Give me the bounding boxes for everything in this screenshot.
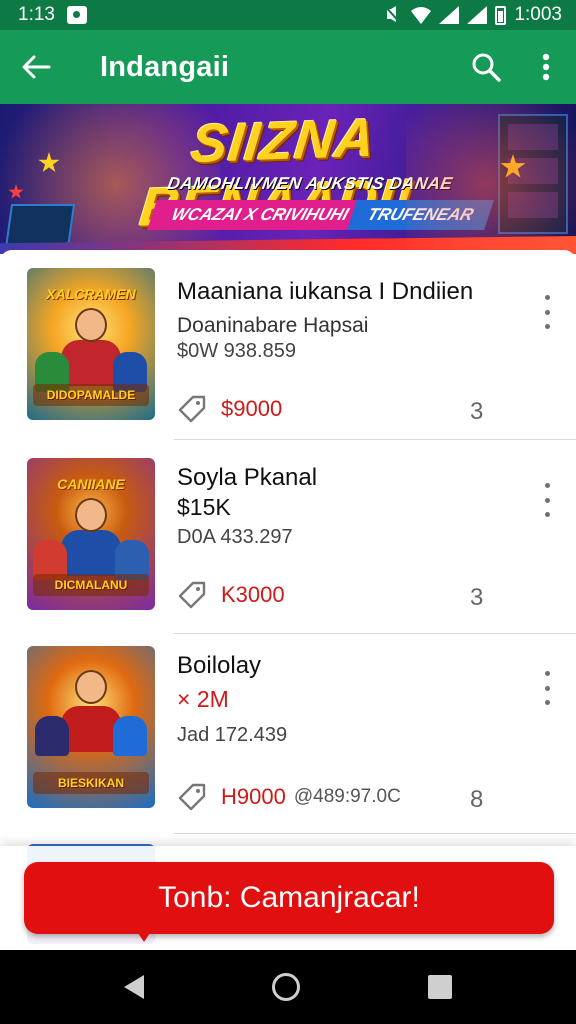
item-count: 3 bbox=[470, 584, 484, 611]
cta-button[interactable]: Tonb: Camanjracar! bbox=[24, 862, 554, 934]
status-right: 1:003 bbox=[383, 4, 562, 26]
divider bbox=[174, 833, 576, 834]
banner-tag-left: WCAZAI X CRIVIHUHI bbox=[147, 200, 373, 230]
item-price-row: H9000 @489:97.0C bbox=[177, 782, 401, 812]
item-count: 8 bbox=[470, 786, 484, 813]
item-title: Soyla Pkanal bbox=[177, 464, 318, 491]
status-time-left: 1:13 bbox=[18, 4, 55, 25]
item-subtitle: Doaninabare Hapsai bbox=[177, 314, 369, 337]
item-price: $9000 bbox=[221, 396, 283, 421]
nav-home-icon[interactable] bbox=[272, 973, 300, 1001]
game-thumbnail[interactable]: BIESKIKAN bbox=[27, 646, 155, 808]
item-title: Maaniana iukansa I Dndiien bbox=[177, 278, 474, 305]
game-thumbnail[interactable]: XALCRAMEN DIDOPAMALDE bbox=[27, 268, 155, 420]
status-left: 1:13 bbox=[18, 4, 87, 26]
arrow-left-icon bbox=[22, 55, 51, 79]
item-title: Boilolay bbox=[177, 652, 262, 679]
status-time-right: 1:003 bbox=[514, 4, 562, 25]
banner-tag-right: TRUFENEAR bbox=[347, 200, 494, 230]
star-icon bbox=[500, 154, 526, 178]
character-figure bbox=[61, 530, 121, 576]
nav-back-icon[interactable] bbox=[124, 975, 144, 999]
item-subtitle: × 2M bbox=[177, 686, 229, 712]
character-figure bbox=[35, 716, 69, 756]
game-list: XALCRAMEN DIDOPAMALDE Maaniana iukansa I… bbox=[0, 250, 576, 950]
more-vertical-icon bbox=[542, 53, 550, 81]
nav-recents-icon[interactable] bbox=[428, 975, 452, 999]
divider bbox=[174, 439, 576, 440]
item-price-row: K3000 bbox=[177, 580, 285, 610]
tag-icon bbox=[178, 581, 206, 609]
item-detail: Jad 172.439 bbox=[177, 724, 288, 746]
character-face bbox=[75, 498, 107, 532]
promo-banner[interactable]: SIIZNA BENAADI! DAMOHLIVMEN AUKSTIS DANA… bbox=[0, 104, 576, 254]
thumbnail-caption: DIDOPAMALDE bbox=[33, 384, 149, 406]
item-price: H9000 bbox=[221, 784, 286, 809]
signal-icon-2 bbox=[467, 6, 488, 24]
item-overflow-button[interactable] bbox=[536, 668, 558, 708]
thumbnail-caption: DICMALANU bbox=[33, 574, 149, 596]
character-figure bbox=[61, 340, 121, 386]
back-button[interactable] bbox=[0, 30, 72, 104]
wifi-icon bbox=[411, 7, 432, 24]
search-icon bbox=[472, 53, 501, 82]
character-figure bbox=[61, 706, 121, 752]
character-figure bbox=[113, 716, 147, 756]
tag-icon bbox=[178, 395, 206, 423]
page-title: Indangaii bbox=[100, 50, 230, 83]
item-count: 3 bbox=[470, 398, 484, 425]
battery-icon bbox=[495, 5, 507, 25]
item-detail: D0A 433.297 bbox=[177, 526, 293, 548]
divider bbox=[174, 633, 576, 634]
item-overflow-button[interactable] bbox=[536, 480, 558, 520]
list-item[interactable]: CANIIANE DICMALANU Soyla Pkanal $15K D0A… bbox=[0, 444, 576, 634]
thumbnail-logo: XALCRAMEN bbox=[46, 286, 136, 302]
search-button[interactable] bbox=[456, 30, 516, 104]
item-detail: $0W 938.859 bbox=[177, 340, 296, 362]
item-price-row: $9000 bbox=[177, 394, 282, 424]
star-icon bbox=[38, 152, 60, 173]
tag-icon bbox=[178, 783, 206, 811]
item-overflow-button[interactable] bbox=[536, 292, 558, 332]
item-extra-info: @489:97.0C bbox=[293, 786, 401, 807]
character-face bbox=[75, 670, 107, 704]
item-subtitle: $15K bbox=[177, 494, 231, 520]
navigation-bar bbox=[0, 950, 576, 1024]
item-price: K3000 bbox=[221, 582, 285, 607]
banner-decoration-right bbox=[498, 114, 568, 234]
app-bar: Indangaii bbox=[0, 30, 576, 104]
list-item[interactable]: XALCRAMEN DIDOPAMALDE Maaniana iukansa I… bbox=[0, 250, 576, 440]
banner-subtitle: DAMOHLIVMEN AUKSTIS DANAE bbox=[165, 174, 455, 193]
game-thumbnail[interactable]: CANIIANE DICMALANU bbox=[27, 458, 155, 610]
mute-icon bbox=[384, 6, 403, 24]
overflow-menu-button[interactable] bbox=[516, 30, 576, 104]
character-face bbox=[75, 308, 107, 342]
notification-icon bbox=[66, 6, 87, 24]
screen: 1:13 1:003 Indangaii SIIZNA BENAA bbox=[0, 0, 576, 1024]
list-item[interactable]: BIESKIKAN Boilolay × 2M Jad 172.439 H900… bbox=[0, 638, 576, 834]
thumbnail-logo: CANIIANE bbox=[57, 476, 125, 492]
signal-icon bbox=[439, 6, 460, 24]
star-icon bbox=[8, 184, 24, 199]
thumbnail-caption: BIESKIKAN bbox=[33, 772, 149, 794]
status-bar: 1:13 1:003 bbox=[0, 0, 576, 30]
